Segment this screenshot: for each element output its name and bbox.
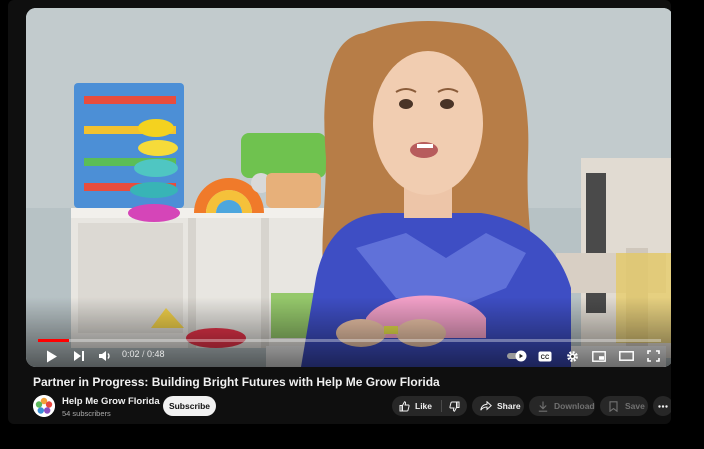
play-icon xyxy=(47,350,57,362)
like-button[interactable]: Like xyxy=(392,396,433,416)
miniplayer-button[interactable] xyxy=(588,346,610,366)
youtube-watch-page: 0:02 / 0:48 CC Partner in Progress: Buil… xyxy=(8,0,671,424)
volume-icon xyxy=(99,351,110,361)
captions-icon: CC xyxy=(538,351,552,361)
current-time: 0:02 xyxy=(122,349,140,359)
channel-logo-icon xyxy=(33,395,55,417)
volume-button[interactable] xyxy=(94,346,116,366)
miniplayer-icon xyxy=(592,350,606,362)
gear-icon xyxy=(566,350,578,362)
play-button[interactable] xyxy=(41,346,63,366)
time-separator: / xyxy=(139,349,148,359)
video-title: Partner in Progress: Building Bright Fut… xyxy=(33,375,440,389)
time-display: 0:02 / 0:48 xyxy=(122,349,165,359)
progress-played xyxy=(38,339,70,342)
thumbs-down-icon xyxy=(449,401,460,412)
theater-mode-button[interactable] xyxy=(615,346,637,366)
more-actions-button[interactable] xyxy=(653,396,671,416)
like-dislike-group: Like xyxy=(392,396,467,416)
download-icon xyxy=(538,401,548,412)
share-label: Share xyxy=(497,401,521,411)
more-icon xyxy=(658,404,668,408)
like-label: Like xyxy=(415,401,433,411)
svg-text:CC: CC xyxy=(541,355,550,361)
subscriber-count: 54 subscribers xyxy=(62,409,111,418)
autoplay-toggle-icon xyxy=(507,350,527,362)
save-button[interactable]: Save xyxy=(600,396,648,416)
next-icon xyxy=(74,351,84,361)
duration: 0:48 xyxy=(147,349,165,359)
channel-avatar[interactable] xyxy=(33,395,55,417)
autoplay-toggle[interactable] xyxy=(506,346,530,366)
fullscreen-icon xyxy=(646,350,660,362)
save-label: Save xyxy=(625,401,645,411)
video-player[interactable]: 0:02 / 0:48 CC xyxy=(26,8,671,367)
download-label: Download xyxy=(554,401,595,411)
download-button[interactable]: Download xyxy=(529,396,595,416)
settings-button[interactable] xyxy=(561,346,583,366)
captions-button[interactable]: CC xyxy=(534,346,556,366)
share-button[interactable]: Share xyxy=(472,396,524,416)
thumbs-up-icon xyxy=(399,400,410,411)
fullscreen-button[interactable] xyxy=(642,346,664,366)
share-icon xyxy=(480,401,492,411)
save-icon xyxy=(609,400,618,412)
subscribe-button[interactable]: Subscribe xyxy=(163,396,216,416)
dislike-button[interactable] xyxy=(442,396,467,416)
next-button[interactable] xyxy=(68,346,90,366)
progress-bar[interactable] xyxy=(38,339,661,342)
theater-mode-icon xyxy=(618,351,634,361)
channel-name[interactable]: Help Me Grow Florida xyxy=(62,396,160,407)
